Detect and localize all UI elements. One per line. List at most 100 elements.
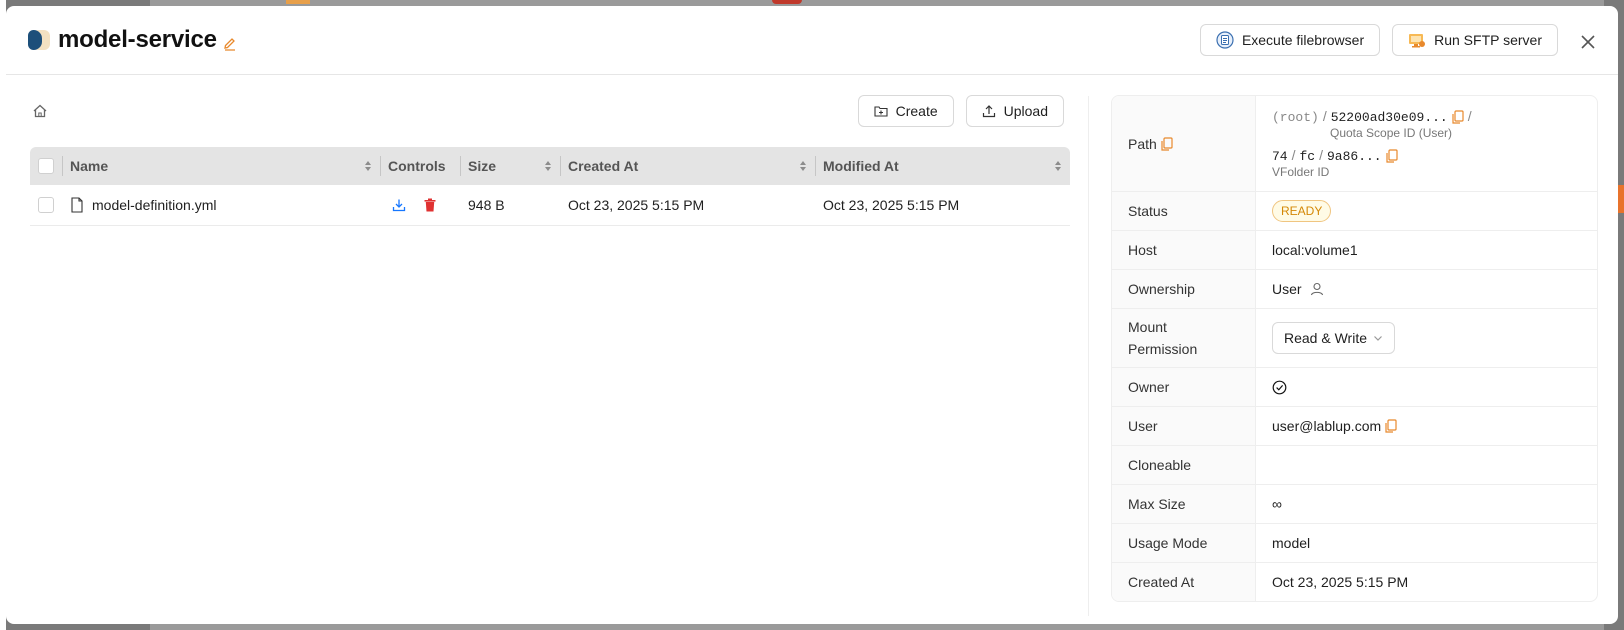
create-button[interactable]: Create: [857, 95, 954, 127]
edit-icon[interactable]: [223, 37, 237, 51]
home-icon[interactable]: [32, 103, 48, 119]
sort-icon[interactable]: [364, 159, 372, 173]
host-label: Host: [1112, 231, 1256, 269]
cloneable-label: Cloneable: [1112, 446, 1256, 484]
path-vfolder-id: 9a86...: [1327, 149, 1382, 164]
upload-icon: [982, 105, 995, 118]
owner-label: Owner: [1112, 368, 1256, 406]
detail-row-max-size: Max Size ∞: [1112, 485, 1597, 524]
row-checkbox[interactable]: [38, 197, 54, 213]
backdrop-accent-right: [1618, 185, 1624, 213]
sort-icon[interactable]: [1054, 159, 1062, 173]
execute-filebrowser-label: Execute filebrowser: [1241, 32, 1365, 48]
backdrop-bottom-strip: [150, 624, 1604, 630]
backdrop-accent: [286, 0, 310, 4]
modal-header: model-service Execute filebrowser Run SF…: [6, 6, 1618, 75]
select-all-checkbox[interactable]: [38, 158, 54, 174]
path-seg-1: 74: [1272, 149, 1288, 164]
folder-add-icon: [874, 106, 888, 117]
detail-row-created-at: Created At Oct 23, 2025 5:15 PM: [1112, 563, 1597, 601]
detail-row-cloneable: Cloneable: [1112, 446, 1597, 485]
vfolder-id-caption: VFolder ID: [1272, 165, 1330, 179]
folder-title: model-service: [58, 26, 217, 53]
cloneable-value: [1256, 446, 1597, 484]
folder-logo-icon: [28, 29, 50, 51]
max-size-value: ∞: [1272, 496, 1282, 512]
folder-details: Path (root)/52200ad30e09... / Quota Scope…: [1111, 95, 1598, 602]
usage-mode-label: Usage Mode: [1112, 524, 1256, 562]
table-row[interactable]: model-definition.yml 948 B Oct 23, 2025 …: [30, 185, 1070, 226]
column-controls-label: Controls: [388, 158, 446, 174]
close-icon: [1581, 35, 1595, 49]
sftp-icon: [1409, 34, 1426, 48]
column-name[interactable]: Name: [62, 147, 380, 185]
filebrowser-icon: [1216, 31, 1234, 49]
copy-icon[interactable]: [1452, 110, 1464, 124]
usage-mode-value: model: [1272, 535, 1311, 551]
path-label: Path: [1128, 135, 1157, 152]
download-icon[interactable]: [392, 198, 406, 212]
detail-row-usage-mode: Usage Mode model: [1112, 524, 1597, 563]
mount-permission-label: Mount Permission: [1112, 309, 1256, 367]
file-table: Name Controls Size Created At Modified A…: [30, 147, 1070, 226]
chevron-down-icon: [1374, 336, 1382, 341]
detail-row-mount-permission: Mount Permission Read & Write: [1112, 309, 1597, 368]
mount-permission-select[interactable]: Read & Write: [1272, 322, 1395, 354]
column-modified-at[interactable]: Modified At: [815, 147, 1070, 185]
user-label: User: [1112, 407, 1256, 445]
folder-info-panel: Path (root)/52200ad30e09... / Quota Scope…: [1088, 75, 1618, 623]
file-size: 948 B: [468, 197, 505, 213]
status-label: Status: [1112, 192, 1256, 230]
file-explorer-panel: Create Upload Name Controls Size Created…: [6, 75, 1088, 623]
column-controls: Controls: [380, 147, 460, 185]
file-modified-at: Oct 23, 2025 5:15 PM: [823, 197, 960, 213]
close-button[interactable]: [1576, 30, 1600, 54]
column-size[interactable]: Size: [460, 147, 560, 185]
file-created-at: Oct 23, 2025 5:15 PM: [568, 197, 705, 213]
explorer-toolbar: Create Upload: [30, 95, 1064, 127]
copy-icon[interactable]: [1385, 419, 1397, 433]
file-name[interactable]: model-definition.yml: [92, 197, 217, 213]
column-name-label: Name: [70, 158, 109, 174]
mount-permission-value: Read & Write: [1284, 330, 1367, 346]
detail-row-path: Path (root)/52200ad30e09... / Quota Scope…: [1112, 96, 1597, 192]
quota-scope-caption: Quota Scope ID (User): [1330, 126, 1453, 140]
detail-row-host: Host local:volume1: [1112, 231, 1597, 270]
run-sftp-label: Run SFTP server: [1434, 32, 1542, 48]
execute-filebrowser-button[interactable]: Execute filebrowser: [1199, 24, 1381, 56]
detail-row-status: Status READY: [1112, 192, 1597, 231]
max-size-label: Max Size: [1112, 485, 1256, 523]
file-icon: [71, 197, 83, 213]
backdrop-badge: [772, 0, 802, 4]
create-label: Create: [895, 103, 938, 119]
path-seg-2: fc: [1299, 149, 1316, 164]
folder-explorer-modal: model-service Execute filebrowser Run SF…: [6, 6, 1618, 624]
ownership-label: Ownership: [1112, 270, 1256, 308]
status-badge: READY: [1272, 200, 1332, 222]
detail-row-user: User user@lablup.com: [1112, 407, 1597, 446]
upload-label: Upload: [1003, 103, 1048, 119]
detail-row-ownership: Ownership User: [1112, 270, 1597, 309]
run-sftp-button[interactable]: Run SFTP server: [1392, 24, 1558, 56]
copy-icon[interactable]: [1161, 136, 1173, 151]
column-created-label: Created At: [568, 158, 639, 174]
sort-icon[interactable]: [544, 159, 552, 173]
sort-icon[interactable]: [799, 159, 807, 173]
user-icon: [1310, 282, 1323, 296]
column-created-at[interactable]: Created At: [560, 147, 815, 185]
copy-icon[interactable]: [1386, 149, 1398, 163]
created-at-value: Oct 23, 2025 5:15 PM: [1272, 574, 1409, 590]
user-email: user@lablup.com: [1272, 418, 1382, 434]
detail-row-owner: Owner: [1112, 368, 1597, 407]
upload-button[interactable]: Upload: [965, 95, 1064, 127]
delete-icon[interactable]: [424, 198, 436, 212]
check-circle-icon: [1272, 380, 1287, 394]
table-header: Name Controls Size Created At Modified A…: [30, 147, 1070, 185]
column-modified-label: Modified At: [823, 158, 899, 174]
host-value: local:volume1: [1272, 242, 1358, 258]
column-size-label: Size: [468, 158, 497, 174]
path-root: (root): [1272, 110, 1319, 125]
path-quota-id: 52200ad30e09...: [1330, 110, 1448, 125]
ownership-value: User: [1272, 281, 1302, 297]
created-at-label: Created At: [1112, 563, 1256, 601]
